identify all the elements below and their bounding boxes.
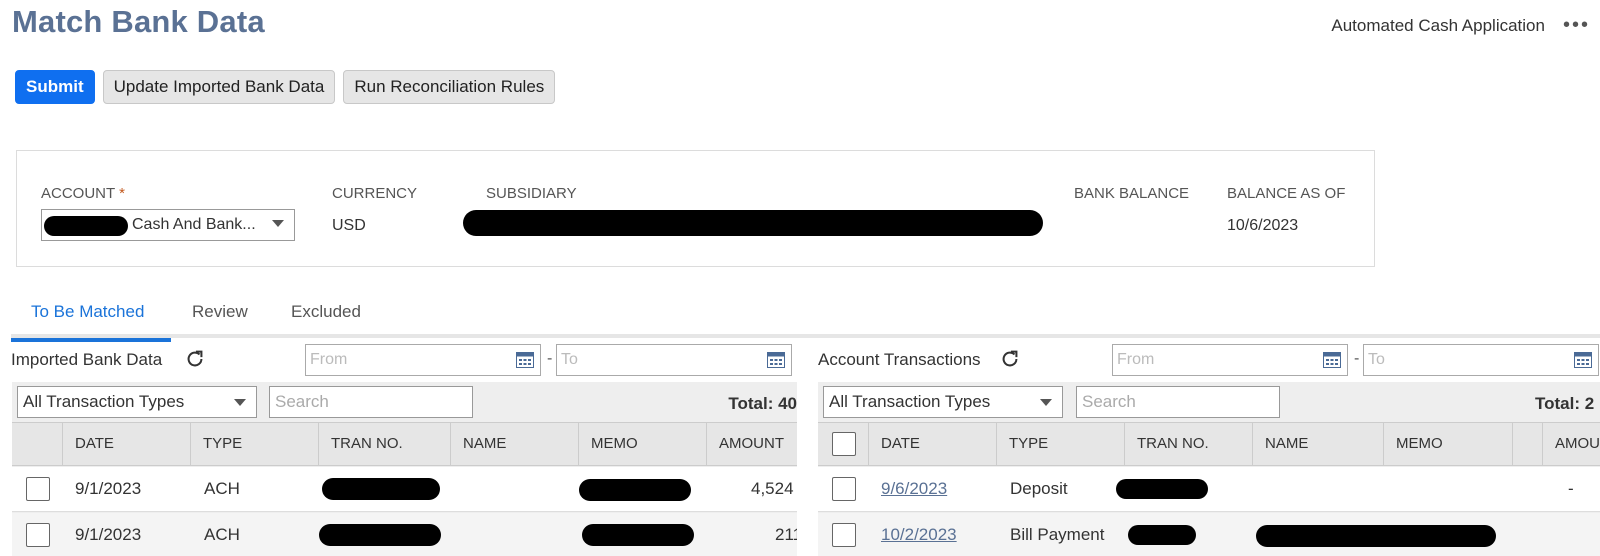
redacted-memo bbox=[582, 524, 694, 546]
account-value: Cash And Bank... bbox=[132, 216, 256, 233]
account-tx-to-date[interactable]: To bbox=[1363, 344, 1599, 376]
tab-review[interactable]: Review bbox=[192, 302, 248, 338]
tab-to-be-matched[interactable]: To Be Matched bbox=[11, 302, 171, 342]
row-amount: 4,524 bbox=[751, 479, 794, 498]
table-row: 9/6/2023 Deposit - bbox=[818, 467, 1600, 512]
calendar-icon[interactable] bbox=[1323, 352, 1341, 368]
refresh-icon[interactable] bbox=[999, 348, 1021, 370]
row-checkbox[interactable] bbox=[832, 477, 856, 501]
calendar-icon[interactable] bbox=[1574, 352, 1592, 368]
account-transactions-title: Account Transactions bbox=[818, 350, 981, 369]
to-placeholder: To bbox=[561, 351, 578, 368]
chevron-down-icon bbox=[234, 399, 246, 406]
header-actions: Automated Cash Application ••• bbox=[1331, 14, 1590, 37]
column-header-blank bbox=[1512, 423, 1542, 465]
row-amount: - bbox=[1568, 479, 1574, 498]
chevron-down-icon bbox=[1040, 399, 1052, 406]
column-header-date[interactable]: DATE bbox=[868, 423, 920, 465]
subsidiary-label: SUBSIDIARY bbox=[486, 185, 577, 202]
account-tx-type-filter[interactable]: All Transaction Types bbox=[823, 386, 1063, 418]
type-filter-value: All Transaction Types bbox=[829, 392, 991, 411]
redacted-tran-no bbox=[319, 524, 441, 546]
ellipsis-icon[interactable]: ••• bbox=[1563, 14, 1590, 37]
redacted-tran-no bbox=[1128, 525, 1196, 545]
row-type: ACH bbox=[204, 479, 240, 498]
row-checkbox[interactable] bbox=[26, 523, 50, 547]
table-row: 9/1/2023 ACH 211 bbox=[12, 513, 797, 556]
row-date-link[interactable]: 9/6/2023 bbox=[881, 467, 947, 511]
account-tx-total: Total: 2 bbox=[1535, 394, 1595, 413]
tab-excluded[interactable]: Excluded bbox=[291, 302, 361, 338]
search-placeholder: Search bbox=[275, 392, 329, 411]
column-header-memo[interactable]: MEMO bbox=[578, 423, 638, 465]
account-label: ACCOUNT * bbox=[41, 185, 125, 202]
balance-as-of-label: BALANCE AS OF bbox=[1227, 185, 1346, 202]
row-type: Deposit bbox=[1010, 479, 1068, 498]
row-date-link[interactable]: 10/2/2023 bbox=[881, 513, 957, 556]
to-placeholder: To bbox=[1368, 351, 1385, 368]
row-checkbox[interactable] bbox=[26, 477, 50, 501]
table-row: 10/2/2023 Bill Payment bbox=[818, 513, 1600, 556]
column-header-tran-no[interactable]: TRAN NO. bbox=[1124, 423, 1209, 465]
column-header-date[interactable]: DATE bbox=[62, 423, 114, 465]
column-header-type[interactable]: TYPE bbox=[190, 423, 242, 465]
search-placeholder: Search bbox=[1082, 392, 1136, 411]
grid-header: DATE TYPE TRAN NO. NAME MEMO AMOUNT bbox=[12, 422, 797, 466]
calendar-icon[interactable] bbox=[516, 352, 534, 368]
column-header-tran-no[interactable]: TRAN NO. bbox=[318, 423, 403, 465]
from-placeholder: From bbox=[1117, 351, 1155, 368]
calendar-icon[interactable] bbox=[767, 352, 785, 368]
refresh-icon[interactable] bbox=[184, 348, 206, 370]
toolbar: Submit Update Imported Bank Data Run Rec… bbox=[15, 70, 556, 104]
required-mark: * bbox=[119, 185, 125, 202]
imported-bank-data-title: Imported Bank Data bbox=[11, 350, 163, 369]
app-name[interactable]: Automated Cash Application bbox=[1331, 16, 1545, 36]
row-date: 9/1/2023 bbox=[75, 479, 142, 498]
date-range-separator: - bbox=[1354, 350, 1360, 367]
date-range-separator: - bbox=[547, 350, 553, 367]
row-amount: 211 bbox=[775, 525, 797, 544]
column-header-name[interactable]: NAME bbox=[1252, 423, 1308, 465]
grid-header: DATE TYPE TRAN NO. NAME MEMO AMOU bbox=[818, 422, 1600, 466]
imported-search-input[interactable]: Search bbox=[269, 386, 473, 418]
imported-from-date[interactable]: From bbox=[305, 344, 541, 376]
redacted-memo bbox=[579, 479, 691, 501]
type-filter-value: All Transaction Types bbox=[23, 392, 185, 411]
balance-as-of-value: 10/6/2023 bbox=[1227, 217, 1299, 234]
bank-balance-label: BANK BALANCE bbox=[1074, 185, 1190, 202]
account-tx-from-date[interactable]: From bbox=[1112, 344, 1348, 376]
account-info-panel: ACCOUNT * Cash And Bank... CURRENCY USD … bbox=[16, 150, 1375, 267]
row-type: Bill Payment bbox=[1010, 525, 1105, 544]
account-select[interactable]: Cash And Bank... bbox=[41, 209, 295, 241]
from-placeholder: From bbox=[310, 351, 348, 368]
update-imported-bank-data-button[interactable]: Update Imported Bank Data bbox=[102, 70, 336, 104]
row-checkbox[interactable] bbox=[832, 523, 856, 547]
chevron-down-icon bbox=[272, 220, 284, 227]
submit-button[interactable]: Submit bbox=[15, 70, 95, 104]
redacted-block bbox=[44, 216, 128, 236]
tab-bar: To Be Matched Review Excluded bbox=[11, 298, 1600, 342]
select-all-checkbox[interactable] bbox=[832, 432, 856, 456]
imported-type-filter[interactable]: All Transaction Types bbox=[17, 386, 257, 418]
redacted-tran-no bbox=[1116, 479, 1208, 499]
column-header-amount[interactable]: AMOU bbox=[1542, 423, 1600, 465]
redacted-tran-no bbox=[322, 478, 440, 500]
account-tx-search-input[interactable]: Search bbox=[1076, 386, 1280, 418]
currency-label: CURRENCY bbox=[332, 185, 418, 202]
column-header-amount[interactable]: AMOUNT bbox=[706, 423, 797, 465]
column-header-type[interactable]: TYPE bbox=[996, 423, 1048, 465]
currency-value: USD bbox=[332, 217, 366, 234]
imported-to-date[interactable]: To bbox=[556, 344, 792, 376]
account-transactions-grid: All Transaction Types Search Total: 2 DA… bbox=[818, 382, 1600, 556]
redacted-subsidiary bbox=[463, 210, 1043, 236]
run-reconciliation-rules-button[interactable]: Run Reconciliation Rules bbox=[343, 70, 556, 104]
column-header-name[interactable]: NAME bbox=[450, 423, 506, 465]
row-type: ACH bbox=[204, 525, 240, 544]
table-row: 9/1/2023 ACH 4,524 bbox=[12, 467, 797, 512]
row-date: 9/1/2023 bbox=[75, 525, 142, 544]
column-header-memo[interactable]: MEMO bbox=[1383, 423, 1443, 465]
redacted-name-memo bbox=[1256, 525, 1496, 547]
imported-bank-data-grid: All Transaction Types Search Total: 40 D… bbox=[12, 382, 797, 556]
page-title: Match Bank Data bbox=[12, 4, 265, 39]
